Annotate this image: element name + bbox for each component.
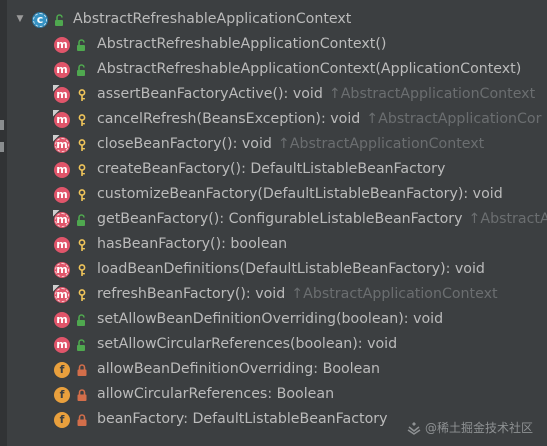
method-icon: m: [54, 61, 70, 78]
method-icon: m: [54, 161, 70, 178]
collapse-arrow-icon[interactable]: ▼: [14, 14, 26, 26]
private-visibility-icon: [76, 387, 88, 403]
method-node[interactable]: m assertBeanFactoryActive(): void ↑Abstrac…: [54, 82, 535, 107]
member-label: customizeBeanFactory(DefaultListableBean…: [97, 186, 503, 202]
public-visibility-icon: [76, 212, 88, 228]
watermark: @稀土掘金技术社区: [407, 419, 533, 436]
public-visibility-icon: [54, 12, 66, 28]
member-label: getBeanFactory(): ConfigurableListableBe…: [97, 211, 463, 227]
method-node[interactable]: m customizeBeanFactory(DefaultListableBea…: [54, 182, 503, 207]
method-icon: m: [54, 311, 70, 328]
protected-visibility-icon: [76, 137, 88, 153]
private-visibility-icon: [76, 362, 88, 378]
inherited-from-label: ↑AbstractApplicationCor: [366, 111, 542, 127]
protected-visibility-icon: [76, 87, 88, 103]
method-node[interactable]: m hasBeanFactory(): boolean: [54, 232, 287, 257]
member-label: cancelRefresh(BeansException): void: [97, 111, 361, 127]
method-node[interactable]: m createBeanFactory(): DefaultListableBea…: [54, 157, 445, 182]
method-icon: m: [54, 261, 70, 278]
method-node[interactable]: m setAllowCircularReferences(boolean): vo…: [54, 332, 397, 357]
member-label: assertBeanFactoryActive(): void: [97, 86, 323, 102]
inherited-from-label: ↑AbstractApplicationContext: [277, 136, 485, 152]
field-icon: f: [54, 411, 70, 428]
left-gutter: [0, 0, 7, 446]
private-visibility-icon: [76, 412, 88, 428]
abstract-class-icon: c: [32, 11, 48, 28]
method-node[interactable]: m AbstractRefreshableApplicationContext(A…: [54, 57, 521, 82]
member-label: createBeanFactory(): DefaultListableBean…: [97, 161, 446, 177]
method-icon: m: [54, 36, 70, 53]
method-node[interactable]: m setAllowBeanDefinitionOverriding(boolea…: [54, 307, 443, 332]
gutter-marker: [0, 120, 4, 130]
inherited-from-label: ↑AbstractApplicationContext: [328, 86, 536, 102]
member-label: allowCircularReferences: Boolean: [97, 386, 335, 402]
public-visibility-icon: [76, 37, 88, 53]
field-node[interactable]: f allowCircularReferences: Boolean: [54, 382, 334, 407]
method-node[interactable]: m loadBeanDefinitions(DefaultListableBean…: [54, 257, 485, 282]
method-node[interactable]: m cancelRefresh(BeansException): void ↑Abs…: [54, 107, 541, 132]
protected-visibility-icon: [76, 162, 88, 178]
gutter-marker: [0, 142, 4, 152]
protected-visibility-icon: [76, 237, 88, 253]
method-node[interactable]: m closeBeanFactory(): void ↑AbstractApplic…: [54, 132, 484, 157]
field-icon: f: [54, 386, 70, 403]
protected-visibility-icon: [76, 287, 88, 303]
member-label: beanFactory: DefaultListableBeanFactory: [97, 411, 388, 427]
member-label: setAllowBeanDefinitionOverriding(boolean…: [97, 311, 444, 327]
method-node[interactable]: m AbstractRefreshableApplicationContext(): [54, 32, 386, 57]
method-icon: m: [54, 136, 70, 153]
method-icon: m: [54, 211, 70, 228]
method-node[interactable]: m refreshBeanFactory(): void ↑AbstractAppl…: [54, 282, 498, 307]
method-icon: m: [54, 186, 70, 203]
field-node[interactable]: f beanFactory: DefaultListableBeanFactory: [54, 407, 387, 432]
class-name: AbstractRefreshableApplicationContext: [73, 11, 352, 27]
public-visibility-icon: [76, 62, 88, 78]
method-node[interactable]: m getBeanFactory(): ConfigurableListableB…: [54, 207, 547, 232]
protected-visibility-icon: [76, 262, 88, 278]
protected-visibility-icon: [76, 187, 88, 203]
method-icon: m: [54, 236, 70, 253]
public-visibility-icon: [76, 337, 88, 353]
watermark-text: @稀土掘金技术社区: [424, 421, 533, 435]
method-icon: m: [54, 86, 70, 103]
method-icon: m: [54, 336, 70, 353]
method-icon: m: [54, 111, 70, 128]
member-label: closeBeanFactory(): void: [97, 136, 272, 152]
juejin-logo-icon: [407, 421, 421, 435]
member-label: setAllowCircularReferences(boolean): voi…: [97, 336, 398, 352]
member-label: AbstractRefreshableApplicationContext(): [97, 36, 387, 52]
protected-visibility-icon: [76, 112, 88, 128]
field-node[interactable]: f allowBeanDefinitionOverriding: Boolean: [54, 357, 380, 382]
inherited-from-label: ↑AbstractA: [468, 211, 547, 227]
member-label: loadBeanDefinitions(DefaultListableBeanF…: [97, 261, 485, 277]
member-label: refreshBeanFactory(): void: [97, 286, 286, 302]
class-node[interactable]: ▼ c AbstractRefreshableApplicationContex…: [14, 7, 351, 32]
method-icon: m: [54, 286, 70, 303]
inherited-from-label: ↑AbstractApplicationContext: [291, 286, 498, 302]
member-label: AbstractRefreshableApplicationContext(Ap…: [97, 61, 522, 77]
public-visibility-icon: [76, 312, 88, 328]
member-label: allowBeanDefinitionOverriding: Boolean: [97, 361, 381, 377]
member-label: hasBeanFactory(): boolean: [97, 236, 288, 252]
field-icon: f: [54, 361, 70, 378]
